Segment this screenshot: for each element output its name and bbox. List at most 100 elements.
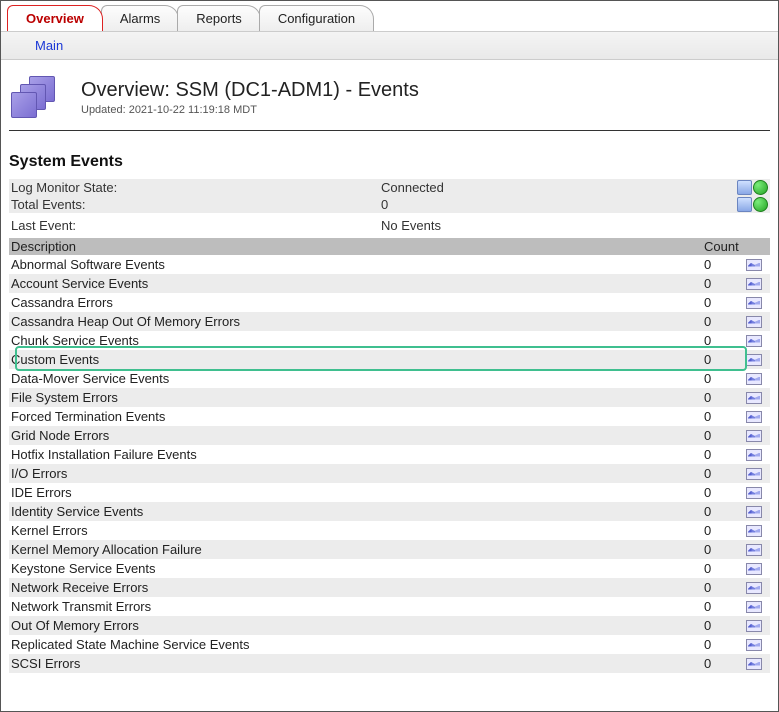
event-description: Hotfix Installation Failure Events bbox=[11, 447, 704, 462]
server-stack-icon bbox=[11, 76, 67, 118]
status-row: Total Events:0 bbox=[9, 196, 770, 213]
page-header: Overview: SSM (DC1-ADM1) - Events Update… bbox=[1, 60, 778, 130]
tab-configuration[interactable]: Configuration bbox=[259, 5, 374, 31]
chart-icon[interactable] bbox=[746, 430, 762, 442]
chart-icon[interactable] bbox=[746, 525, 762, 537]
event-row: Kernel Memory Allocation Failure0 bbox=[9, 540, 770, 559]
chart-icon[interactable] bbox=[746, 468, 762, 480]
status-value: 0 bbox=[381, 197, 737, 212]
chart-icon[interactable] bbox=[746, 297, 762, 309]
page-title: Overview: SSM (DC1-ADM1) - Events bbox=[81, 79, 419, 102]
event-row: Chunk Service Events0 bbox=[9, 331, 770, 350]
event-description: Account Service Events bbox=[11, 276, 704, 291]
tab-reports[interactable]: Reports bbox=[177, 5, 261, 31]
event-count: 0 bbox=[704, 542, 746, 557]
event-count: 0 bbox=[704, 599, 746, 614]
events-table-header: Description Count bbox=[9, 238, 770, 255]
chart-icon[interactable] bbox=[746, 316, 762, 328]
chart-icon[interactable] bbox=[746, 582, 762, 594]
chart-icon[interactable] bbox=[746, 259, 762, 271]
chart-icon[interactable] bbox=[746, 373, 762, 385]
chart-icon[interactable] bbox=[737, 197, 752, 212]
event-count: 0 bbox=[704, 390, 746, 405]
event-description: Cassandra Errors bbox=[11, 295, 704, 310]
event-row: Custom Events0 bbox=[9, 350, 770, 369]
event-count: 0 bbox=[704, 333, 746, 348]
event-count: 0 bbox=[704, 314, 746, 329]
status-label: Log Monitor State: bbox=[11, 180, 381, 195]
status-value: Connected bbox=[381, 180, 737, 195]
chart-icon[interactable] bbox=[746, 639, 762, 651]
event-description: Identity Service Events bbox=[11, 504, 704, 519]
chart-icon[interactable] bbox=[746, 278, 762, 290]
event-count: 0 bbox=[704, 257, 746, 272]
chart-icon[interactable] bbox=[746, 335, 762, 347]
event-row: Cassandra Heap Out Of Memory Errors0 bbox=[9, 312, 770, 331]
event-count: 0 bbox=[704, 580, 746, 595]
subnav-main-link[interactable]: Main bbox=[35, 38, 63, 53]
last-event-row: Last Event: No Events bbox=[9, 217, 770, 234]
event-description: Grid Node Errors bbox=[11, 428, 704, 443]
chart-icon[interactable] bbox=[746, 544, 762, 556]
event-row: Grid Node Errors0 bbox=[9, 426, 770, 445]
event-row: IDE Errors0 bbox=[9, 483, 770, 502]
event-row: Keystone Service Events0 bbox=[9, 559, 770, 578]
sub-nav: Main bbox=[1, 31, 778, 60]
event-count: 0 bbox=[704, 295, 746, 310]
section-heading: System Events bbox=[9, 153, 770, 171]
event-description: Keystone Service Events bbox=[11, 561, 704, 576]
chart-icon[interactable] bbox=[746, 563, 762, 575]
event-row: Data-Mover Service Events0 bbox=[9, 369, 770, 388]
event-row: Cassandra Errors0 bbox=[9, 293, 770, 312]
event-count: 0 bbox=[704, 656, 746, 671]
event-row: Network Receive Errors0 bbox=[9, 578, 770, 597]
chart-icon[interactable] bbox=[746, 658, 762, 670]
event-row: Out Of Memory Errors0 bbox=[9, 616, 770, 635]
app-window: Overview Alarms Reports Configuration Ma… bbox=[0, 0, 779, 712]
event-count: 0 bbox=[704, 485, 746, 500]
event-row: SCSI Errors0 bbox=[9, 654, 770, 673]
tab-alarms[interactable]: Alarms bbox=[101, 5, 179, 31]
chart-icon[interactable] bbox=[746, 506, 762, 518]
event-row: Account Service Events0 bbox=[9, 274, 770, 293]
event-count: 0 bbox=[704, 409, 746, 424]
event-description: Network Transmit Errors bbox=[11, 599, 704, 614]
event-count: 0 bbox=[704, 561, 746, 576]
event-count: 0 bbox=[704, 504, 746, 519]
ok-status-icon bbox=[753, 197, 768, 212]
chart-icon[interactable] bbox=[746, 449, 762, 461]
event-count: 0 bbox=[704, 637, 746, 652]
updated-timestamp: Updated: 2021-10-22 11:19:18 MDT bbox=[81, 104, 419, 116]
chart-icon[interactable] bbox=[746, 354, 762, 366]
event-description: Abnormal Software Events bbox=[11, 257, 704, 272]
status-label: Total Events: bbox=[11, 197, 381, 212]
event-row: Network Transmit Errors0 bbox=[9, 597, 770, 616]
event-description: Kernel Memory Allocation Failure bbox=[11, 542, 704, 557]
event-description: I/O Errors bbox=[11, 466, 704, 481]
event-description: Custom Events bbox=[11, 352, 704, 367]
event-description: Data-Mover Service Events bbox=[11, 371, 704, 386]
event-description: Forced Termination Events bbox=[11, 409, 704, 424]
chart-icon[interactable] bbox=[737, 180, 752, 195]
event-description: File System Errors bbox=[11, 390, 704, 405]
chart-icon[interactable] bbox=[746, 601, 762, 613]
chart-icon[interactable] bbox=[746, 487, 762, 499]
event-description: Kernel Errors bbox=[11, 523, 704, 538]
last-event-label: Last Event: bbox=[11, 218, 381, 233]
tab-overview[interactable]: Overview bbox=[7, 5, 103, 31]
event-row: I/O Errors0 bbox=[9, 464, 770, 483]
chart-icon[interactable] bbox=[746, 411, 762, 423]
event-row: Forced Termination Events0 bbox=[9, 407, 770, 426]
last-event-value: No Events bbox=[381, 218, 768, 233]
event-description: Out Of Memory Errors bbox=[11, 618, 704, 633]
event-row: Identity Service Events0 bbox=[9, 502, 770, 521]
status-row: Log Monitor State:Connected bbox=[9, 179, 770, 196]
event-description: SCSI Errors bbox=[11, 656, 704, 671]
event-description: Replicated State Machine Service Events bbox=[11, 637, 704, 652]
event-count: 0 bbox=[704, 618, 746, 633]
chart-icon[interactable] bbox=[746, 392, 762, 404]
event-description: Network Receive Errors bbox=[11, 580, 704, 595]
event-description: Cassandra Heap Out Of Memory Errors bbox=[11, 314, 704, 329]
chart-icon[interactable] bbox=[746, 620, 762, 632]
divider bbox=[9, 130, 770, 131]
